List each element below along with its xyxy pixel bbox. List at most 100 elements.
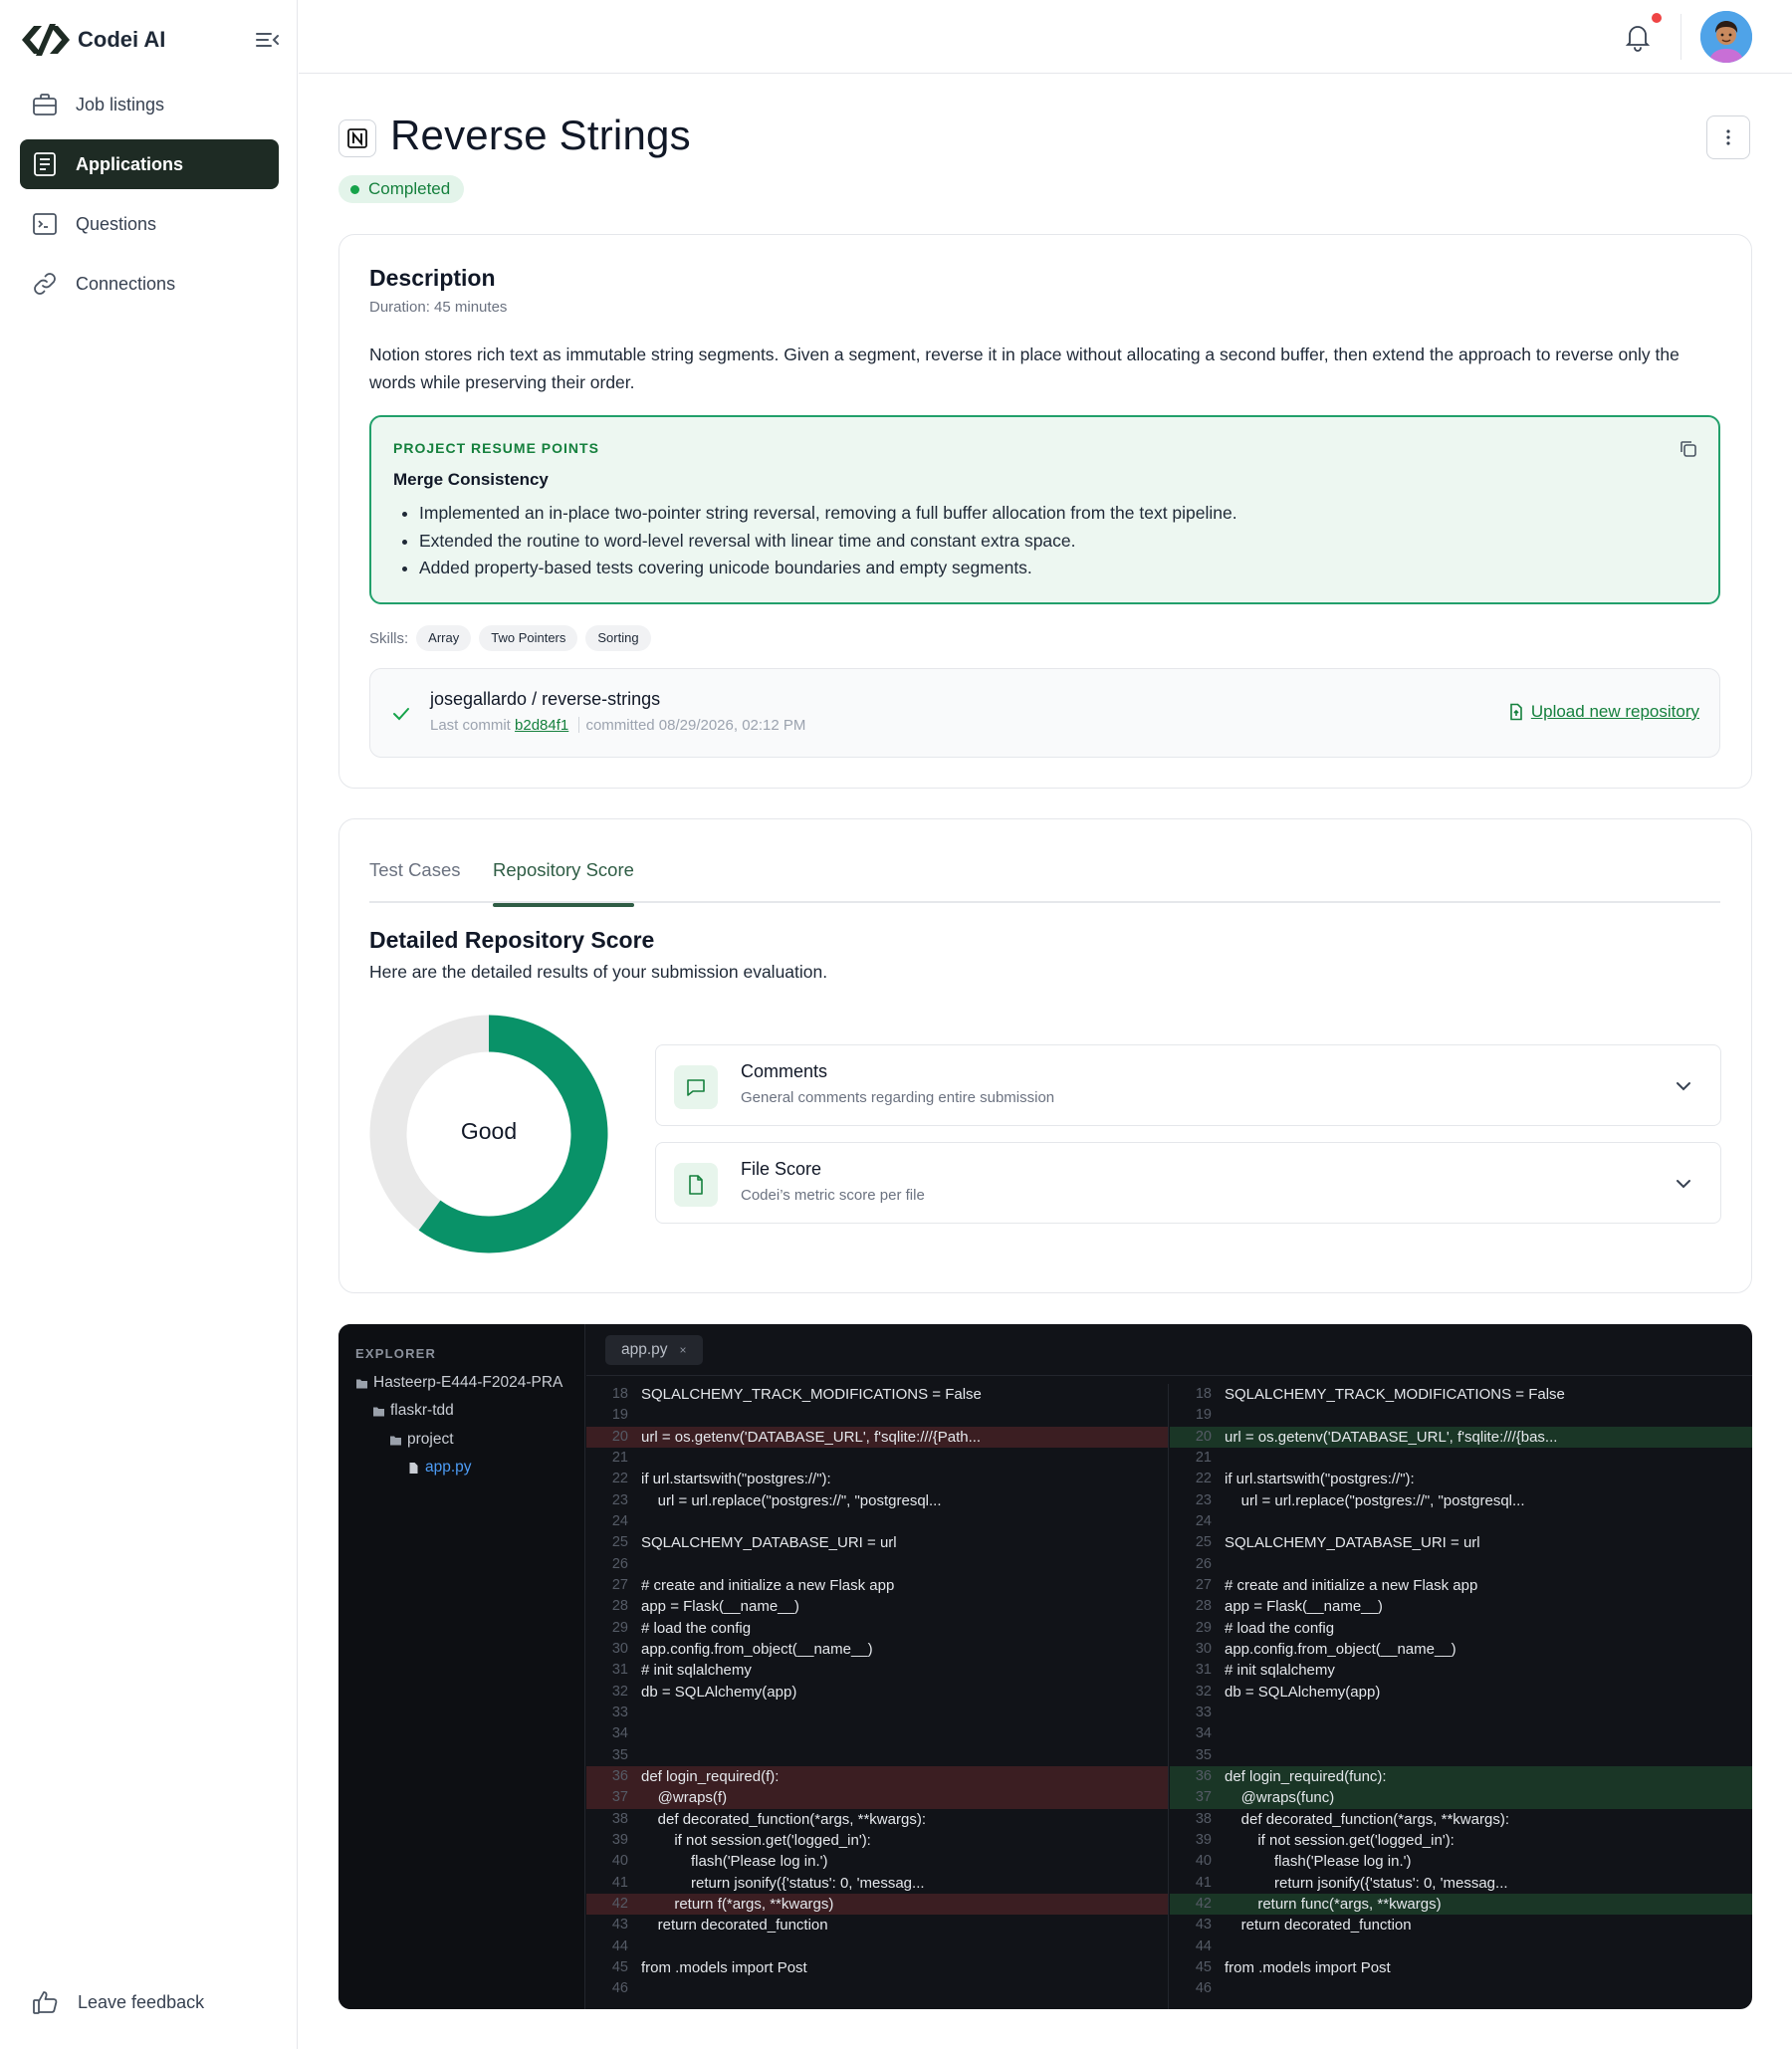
upload-repository-link[interactable]: Upload new repository <box>1507 702 1699 722</box>
line-number: 34 <box>611 1725 628 1742</box>
code-text: db = SQLAlchemy(app) <box>1225 1683 1381 1701</box>
code-text: return decorated_function <box>1225 1917 1412 1935</box>
code-line: 27 # create and initialize a new Flask ap… <box>586 1575 1168 1596</box>
sidebar-item-job-listings[interactable]: Job listings <box>20 80 279 129</box>
line-number: 19 <box>1195 1407 1212 1424</box>
line-number: 42 <box>611 1895 628 1912</box>
close-icon[interactable]: × <box>680 1343 687 1357</box>
line-number: 40 <box>1195 1853 1212 1870</box>
code-line: 44 <box>1170 1936 1752 1957</box>
page-title: Reverse Strings <box>390 112 691 158</box>
code-line: 20 url = os.getenv('DATABASE_URL', f'sqli… <box>1170 1426 1752 1448</box>
editor-tab-app-py[interactable]: app.py × <box>605 1335 703 1365</box>
accordion-subtitle: General comments regarding entire submis… <box>741 1089 1055 1106</box>
code-line: 24 <box>1170 1511 1752 1532</box>
document-icon <box>34 152 56 176</box>
status-badge: Completed <box>338 175 465 203</box>
code-line: 45 from .models import Post <box>586 1957 1168 1978</box>
line-number: 46 <box>1195 1980 1212 1997</box>
line-number: 27 <box>1195 1576 1212 1593</box>
more-vertical-icon <box>1726 129 1730 145</box>
code-line: 18 SQLALCHEMY_TRACK_MODIFICATIONS = False <box>586 1384 1168 1405</box>
score-rating: Good <box>460 1118 518 1144</box>
tree-folder[interactable]: Hasteerp-E444-F2024-PRA <box>355 1374 562 1392</box>
code-line: 36 def login_required(f): <box>586 1765 1168 1788</box>
resume-subtitle: Merge Consistency <box>393 470 549 489</box>
notification-bell-icon[interactable] <box>1621 20 1655 54</box>
line-number: 36 <box>611 1767 628 1784</box>
code-line: 32 db = SQLAlchemy(app) <box>1170 1682 1752 1703</box>
line-number: 35 <box>611 1746 628 1763</box>
avatar[interactable] <box>1700 11 1752 63</box>
code-line: 34 <box>1170 1723 1752 1744</box>
sidebar-item-label: Connections <box>76 273 176 294</box>
thumbs-up-icon <box>33 1991 58 2014</box>
file-score-accordion[interactable]: File Score Codei’s metric score per file <box>655 1142 1721 1224</box>
line-number: 24 <box>611 1512 628 1529</box>
commit-sha-link[interactable]: b2d84f1 <box>515 717 568 734</box>
logo[interactable]: Codei AI <box>20 20 281 60</box>
code-line: 19 <box>586 1405 1168 1426</box>
line-number: 43 <box>611 1917 628 1934</box>
line-number: 23 <box>611 1491 628 1508</box>
line-number: 31 <box>1195 1662 1212 1679</box>
code-text: from .models import Post <box>1225 1958 1391 1976</box>
line-number: 21 <box>611 1449 628 1466</box>
line-number: 37 <box>1195 1789 1212 1806</box>
line-number: 46 <box>611 1980 628 1997</box>
line-number: 19 <box>611 1407 628 1424</box>
line-number: 22 <box>1195 1471 1212 1487</box>
more-options-button[interactable] <box>1706 115 1750 159</box>
tree-folder[interactable]: project <box>389 1431 454 1449</box>
code-diff-viewer: EXPLORER Hasteerp-E444-F2024-PRA flaskr-… <box>338 1324 1752 2009</box>
code-line: 28 app = Flask(__name__) <box>586 1596 1168 1617</box>
app-name: Codei AI <box>78 27 166 52</box>
code-line: 33 <box>1170 1703 1752 1723</box>
repository-score-card: Test Cases Repository Score Detailed Rep… <box>338 818 1752 1293</box>
code-text: if not session.get('logged_in'): <box>641 1831 871 1849</box>
tab-repository-score[interactable]: Repository Score <box>493 859 634 907</box>
code-text: db = SQLAlchemy(app) <box>641 1683 797 1701</box>
leave-feedback-button[interactable]: Leave feedback <box>32 1988 204 2016</box>
code-text: url = url.replace("postgres://", "postgr… <box>641 1491 942 1509</box>
code-line: 20 url = os.getenv('DATABASE_URL', f'sqli… <box>586 1426 1168 1448</box>
line-number: 32 <box>1195 1683 1212 1700</box>
repository-box: josegallardo / reverse-strings Last comm… <box>369 668 1720 758</box>
line-number: 42 <box>1195 1895 1212 1912</box>
code-line: 31 # init sqlalchemy <box>586 1660 1168 1681</box>
code-line: 43 return decorated_function <box>1170 1915 1752 1935</box>
code-text: SQLALCHEMY_DATABASE_URI = url <box>1225 1534 1480 1552</box>
code-text: def decorated_function(*args, **kwargs): <box>1225 1810 1509 1828</box>
code-text: def decorated_function(*args, **kwargs): <box>641 1810 926 1828</box>
list-item: Extended the routine to word-level rever… <box>393 528 1237 556</box>
collapse-sidebar-icon[interactable] <box>255 28 281 52</box>
tree-file[interactable]: app.py <box>407 1459 472 1477</box>
code-text: from .models import Post <box>641 1958 807 1976</box>
code-line: 25 SQLALCHEMY_DATABASE_URI = url <box>586 1532 1168 1553</box>
code-line: 40 flash('Please log in.') <box>586 1851 1168 1872</box>
briefcase-icon <box>33 94 57 115</box>
code-text: SQLALCHEMY_TRACK_MODIFICATIONS = False <box>641 1386 982 1403</box>
code-line: 23 url = url.replace("postgres://", "pos… <box>1170 1490 1752 1511</box>
commit-date: committed 08/29/2026, 02:12 PM <box>585 717 806 734</box>
sidebar-item-questions[interactable]: Questions <box>20 199 279 249</box>
list-item: Added property-based tests covering unic… <box>393 555 1237 582</box>
tab-test-cases[interactable]: Test Cases <box>369 859 461 903</box>
code-line: 25 SQLALCHEMY_DATABASE_URI = url <box>1170 1532 1752 1553</box>
code-text: # init sqlalchemy <box>641 1662 752 1680</box>
code-text: # create and initialize a new Flask app <box>1225 1576 1478 1594</box>
sidebar-item-applications[interactable]: Applications <box>20 139 279 189</box>
line-number: 39 <box>1195 1831 1212 1848</box>
repository-name[interactable]: josegallardo / reverse-strings <box>430 689 660 710</box>
code-line: 19 <box>1170 1405 1752 1426</box>
comments-accordion[interactable]: Comments General comments regarding enti… <box>655 1044 1721 1126</box>
code-text: return jsonify({'status': 0, 'messag... <box>641 1874 925 1892</box>
copy-icon[interactable] <box>1679 439 1698 459</box>
line-number: 25 <box>1195 1534 1212 1551</box>
line-number: 27 <box>611 1576 628 1593</box>
tree-folder[interactable]: flaskr-tdd <box>372 1402 454 1420</box>
line-number: 20 <box>1195 1428 1212 1445</box>
code-line: 46 <box>586 1978 1168 1999</box>
sidebar-item-connections[interactable]: Connections <box>20 259 279 309</box>
line-number: 26 <box>1195 1555 1212 1572</box>
